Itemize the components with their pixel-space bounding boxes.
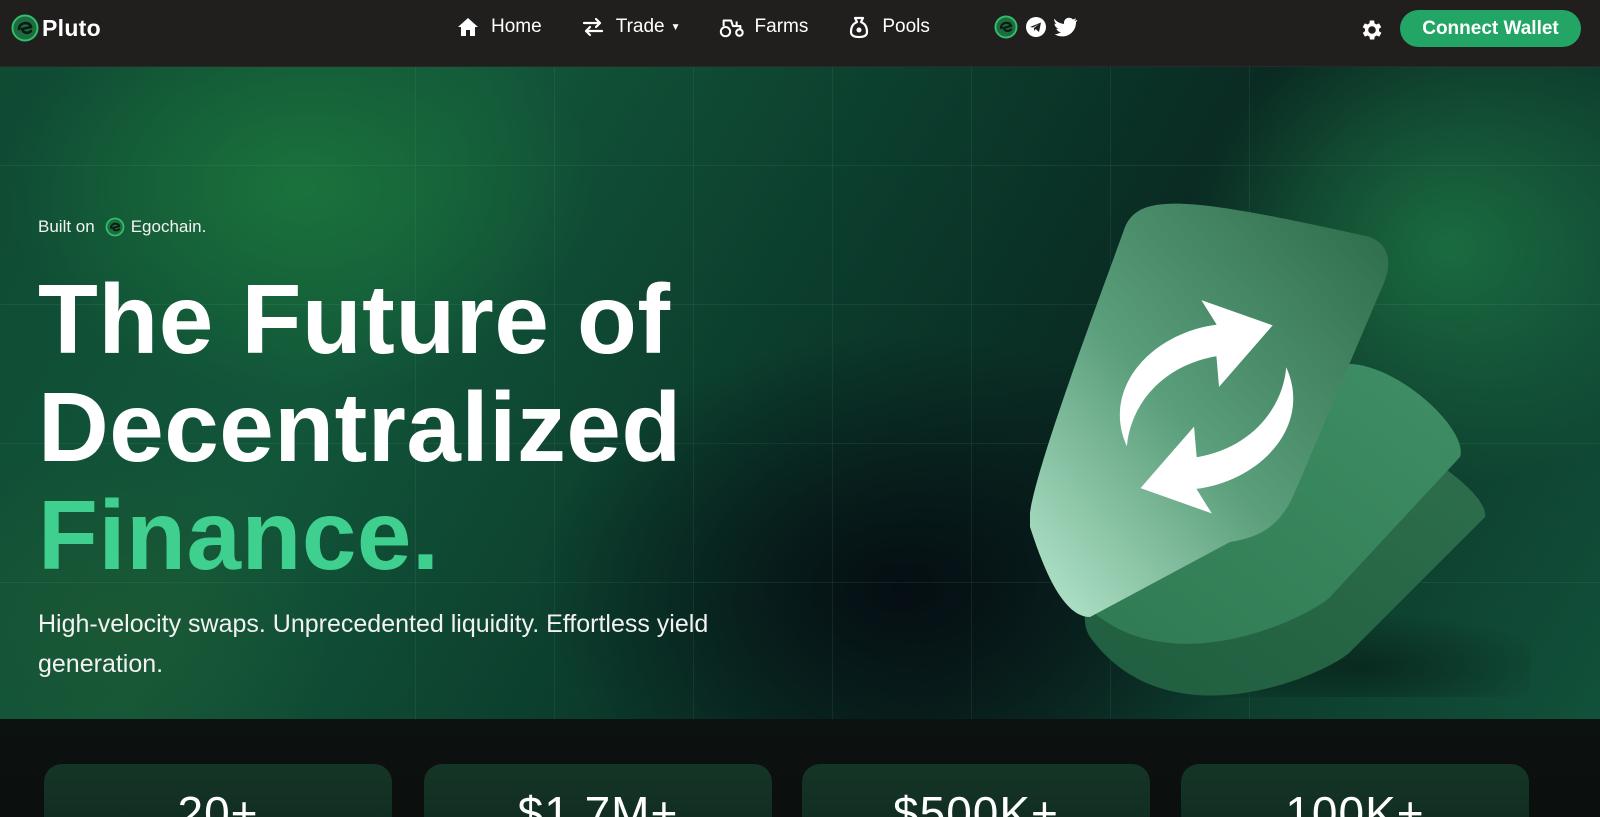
headline-accent: Finance.: [38, 480, 440, 590]
hero-headline: The Future of Decentralized Finance.: [38, 265, 682, 589]
nav-item-trade[interactable]: Trade ▼: [580, 13, 681, 41]
chevron-down-icon: ▼: [670, 21, 681, 33]
stats-section: 20+ $1.7M+ $500K+ 100K+: [0, 719, 1600, 817]
stat-value: $1.7M+: [517, 787, 679, 817]
egochain-icon: [105, 217, 125, 237]
top-navbar: Pluto Home Trade ▼ Farms Pools Connect W…: [0, 0, 1600, 67]
home-icon: [455, 14, 481, 40]
main-nav: Home Trade ▼ Farms Pools: [455, 13, 968, 41]
stat-card: $500K+: [802, 764, 1150, 817]
pool-bag-icon: [846, 14, 872, 40]
stat-card: 100K+: [1181, 764, 1529, 817]
twitter-icon[interactable]: [1054, 15, 1078, 39]
nav-label-farms: Farms: [754, 16, 809, 37]
headline-line-1: The Future of: [38, 264, 671, 374]
egochain-icon[interactable]: [994, 15, 1018, 39]
stat-card: 20+: [44, 764, 392, 817]
swap-arrows-icon: [580, 14, 606, 40]
telegram-icon[interactable]: [1024, 15, 1048, 39]
grid-line: [0, 165, 1600, 166]
headline-line-2: Decentralized: [38, 372, 682, 482]
stat-card: $1.7M+: [424, 764, 772, 817]
built-on-label: Built on: [38, 217, 95, 236]
brand-name: Pluto: [42, 14, 101, 41]
swap-cards-illustration: [1030, 203, 1530, 697]
stat-value: $500K+: [893, 787, 1059, 817]
nav-label-pools: Pools: [882, 16, 930, 37]
chain-name: Egochain.: [130, 217, 207, 236]
gear-icon[interactable]: [1359, 17, 1385, 43]
pluto-logo-icon: [11, 14, 39, 42]
pluto-logo[interactable]: Pluto: [11, 14, 101, 42]
built-on-badge: Built on Egochain.: [38, 217, 206, 237]
social-links: [994, 15, 1078, 39]
nav-label-trade: Trade: [615, 16, 665, 37]
nav-item-home[interactable]: Home: [455, 13, 542, 41]
stat-value: 100K+: [1285, 787, 1425, 817]
stat-value: 20+: [177, 787, 259, 817]
hero-subtitle: High-velocity swaps. Unprecedented liqui…: [38, 610, 709, 678]
connect-wallet-button[interactable]: Connect Wallet: [1400, 10, 1581, 47]
hero-section: Built on Egochain. The Future of Decentr…: [0, 67, 1600, 719]
nav-item-farms[interactable]: Farms: [719, 13, 809, 41]
nav-label-home: Home: [491, 16, 542, 37]
tractor-icon: [719, 14, 745, 40]
nav-item-pools[interactable]: Pools: [846, 13, 930, 41]
